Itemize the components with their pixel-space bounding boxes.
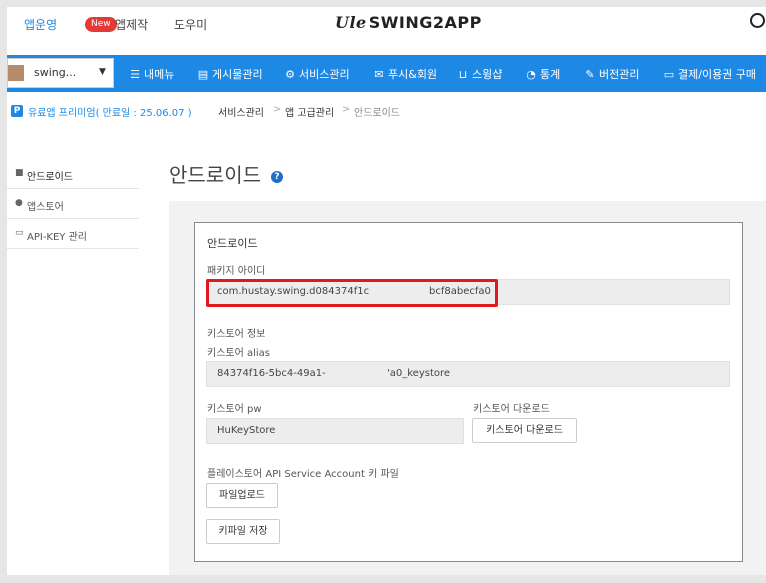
swing2app-logo[interactable]: Ule SWING2APP	[335, 13, 482, 32]
keystore-alias-field: 84374f16-5bc4-49a1- 'a0_keystore	[206, 361, 730, 387]
cart-icon: ⊔	[458, 68, 468, 81]
breadcrumb-bar: P 유료앱 프리미엄( 만료일 : 25.06.07 ) 서비스관리 > 앱 고…	[7, 92, 766, 132]
nav-label: 결제/이용권 구매	[678, 68, 757, 81]
save-key-file-button[interactable]: 키파일 저장	[206, 519, 280, 544]
nav-version[interactable]: ✎ 버전관리	[584, 66, 639, 82]
nav-posts[interactable]: ▤ 게시물관리	[197, 66, 263, 82]
package-id-label: 패키지 아이디	[207, 266, 266, 277]
nav-shop[interactable]: ⊔ 스윙샵	[457, 66, 503, 82]
android-icon: ■	[15, 168, 24, 178]
nav-label: 스윙샵	[472, 68, 503, 81]
nav-label: 게시물관리	[212, 68, 263, 81]
breadcrumb-item[interactable]: 서비스관리	[218, 104, 264, 119]
sidebar-item-label: API-KEY 관리	[27, 232, 87, 243]
help-link[interactable]: 도우미	[174, 16, 207, 33]
breadcrumb-separator: >	[273, 104, 282, 115]
section-title: 안드로이드	[207, 237, 258, 250]
sidebar-item-label: 안드로이드	[27, 172, 73, 183]
nav-payment[interactable]: ▭ 결제/이용권 구매	[663, 66, 756, 82]
new-badge: New	[85, 17, 117, 32]
page-title: 안드로이드	[169, 163, 261, 187]
search-icon[interactable]	[750, 13, 765, 28]
sidebar-item-api-key[interactable]: ▭ API-KEY 관리	[7, 219, 139, 249]
app-name: swing...	[34, 66, 77, 79]
hamburger-icon: ☰	[130, 68, 140, 81]
keystore-download-button[interactable]: 키스토어 다운로드	[472, 418, 577, 443]
nav-service[interactable]: ⚙ 서비스관리	[284, 66, 350, 82]
nav-label: 서비스관리	[299, 68, 350, 81]
nav-stats[interactable]: ◔ 통계	[525, 66, 560, 82]
sidebar-item-label: 앱스토어	[27, 202, 64, 213]
highlight-box	[206, 279, 498, 307]
app-run-link[interactable]: 앱운영	[24, 16, 57, 33]
help-question-icon[interactable]: ?	[271, 171, 283, 183]
nav-label: 통계	[540, 68, 561, 81]
card-icon: ▭	[663, 68, 675, 81]
app-window: 앱운영 New 앱제작 도우미 Ule SWING2APP swing... ▼ …	[7, 7, 766, 575]
sidebar-item-appstore[interactable]: ● 앱스토어	[7, 189, 139, 219]
app-thumbnail-icon	[8, 65, 24, 81]
nav-push-member[interactable]: ✉ 푸시&회원	[373, 66, 437, 82]
logo-text: SWING2APP	[368, 13, 482, 32]
document-icon: ▤	[197, 68, 209, 81]
top-bar: 앱운영 New 앱제작 도우미 Ule SWING2APP	[7, 7, 766, 55]
android-settings-card	[194, 222, 743, 562]
keystore-info-label: 키스토어 정보	[207, 329, 266, 340]
nav-my-menu[interactable]: ☰ 내메뉴	[129, 66, 174, 82]
pie-chart-icon: ◔	[526, 68, 536, 81]
breadcrumb-item[interactable]: 앱 고급관리	[285, 104, 334, 119]
app-make-link[interactable]: 앱제작	[115, 16, 148, 33]
play-key-file-label: 플레이스토어 API Service Account 키 파일	[207, 469, 399, 480]
keystore-alias-value-right: 'a0_keystore	[387, 368, 451, 379]
keystore-alias-value-left: 84374f16-5bc4-49a1-	[217, 368, 326, 379]
nav-label: 버전관리	[599, 68, 640, 81]
gear-icon: ⚙	[285, 68, 295, 81]
envelope-icon: ✉	[374, 68, 384, 81]
keystore-pw-field: HuKeyStore	[206, 418, 464, 444]
breadcrumb-current: 안드로이드	[354, 108, 400, 119]
premium-status[interactable]: 유료앱 프리미엄( 만료일 : 25.06.07 )	[28, 104, 192, 119]
nav-label: 내메뉴	[144, 68, 175, 81]
main-nav: swing... ▼ ☰ 내메뉴 ▤ 게시물관리 ⚙ 서비스관리 ✉ 푸시&회원 ⊔ 스윙…	[7, 55, 766, 92]
keystore-download-label: 키스토어 다운로드	[473, 404, 550, 415]
premium-icon: P	[11, 105, 23, 117]
keyboard-icon: ▭	[15, 228, 24, 238]
sidebar-item-android[interactable]: ■ 안드로이드	[7, 159, 139, 189]
nav-label: 푸시&회원	[388, 68, 438, 81]
app-selector[interactable]: swing... ▼	[7, 58, 114, 88]
apple-icon: ●	[15, 198, 23, 208]
keystore-pw-label: 키스토어 pw	[207, 404, 262, 415]
wrench-icon: ✎	[585, 68, 595, 81]
logo-mark: Ule	[335, 13, 367, 32]
file-upload-button[interactable]: 파일업로드	[206, 483, 278, 508]
caret-down-icon: ▼	[99, 67, 106, 77]
breadcrumb-separator: >	[342, 104, 351, 115]
keystore-alias-label: 키스토어 alias	[207, 348, 271, 359]
